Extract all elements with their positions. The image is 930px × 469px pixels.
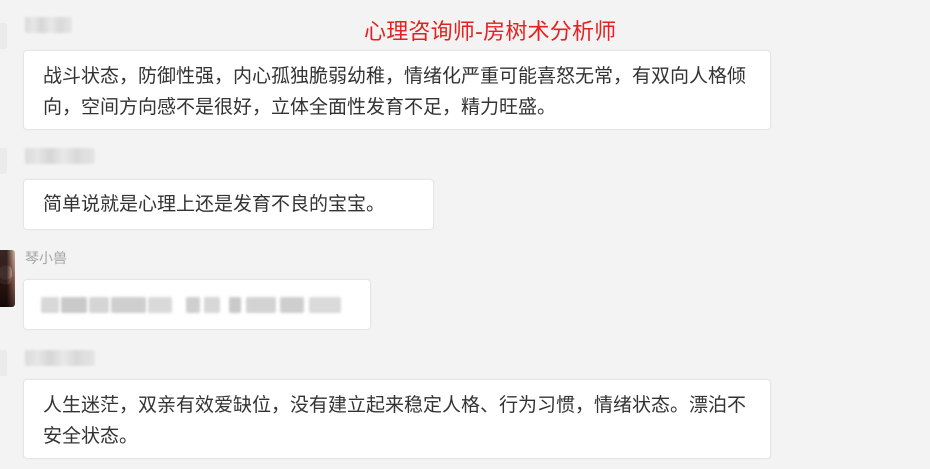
blur-block-11	[309, 297, 341, 313]
message-text-2: 简单说就是心理上还是发育不良的宝宝。	[43, 193, 386, 215]
edge-marker-bottom	[0, 350, 7, 376]
sender-name-blurred-3	[25, 350, 95, 366]
blur-block-5	[148, 297, 172, 313]
message-bubble-3[interactable]	[23, 279, 371, 330]
blur-block-3	[89, 297, 109, 313]
blur-block-4	[111, 297, 146, 313]
message-bubble-2[interactable]: 简单说就是心理上还是发育不良的宝宝。	[23, 179, 434, 230]
sender-name-blurred-1	[25, 17, 72, 33]
blurred-message-content	[41, 297, 351, 313]
blur-block-6	[186, 297, 200, 313]
blur-block-9	[246, 297, 276, 313]
sender-name-blurred-2	[25, 148, 95, 164]
consultant-title-overlay: 心理咨询师-房树术分析师	[364, 20, 617, 45]
blur-block-2	[61, 297, 87, 313]
user-avatar[interactable]	[0, 250, 15, 307]
blur-block-10	[280, 297, 304, 313]
message-text-4: 人生迷茫，双亲有效爱缺位，没有建立起来稳定人格、行为习惯，情绪状态。漂泊不安全状…	[43, 394, 747, 447]
edge-marker-middle	[0, 148, 7, 174]
edge-marker-top	[0, 23, 7, 49]
blur-block-8	[229, 297, 241, 313]
blur-block-1	[41, 297, 59, 313]
blur-block-7	[204, 297, 220, 313]
message-bubble-1[interactable]: 战斗状态，防御性强，内心孤独脆弱幼稚，情绪化严重可能喜怒无常，有双向人格倾向，空…	[23, 50, 771, 130]
message-text-1: 战斗状态，防御性强，内心孤独脆弱幼稚，情绪化严重可能喜怒无常，有双向人格倾向，空…	[43, 65, 747, 118]
sender-name-qin-xiao-shou: 琴小兽	[25, 251, 67, 267]
message-bubble-4[interactable]: 人生迷茫，双亲有效爱缺位，没有建立起来稳定人格、行为习惯，情绪状态。漂泊不安全状…	[23, 379, 771, 459]
